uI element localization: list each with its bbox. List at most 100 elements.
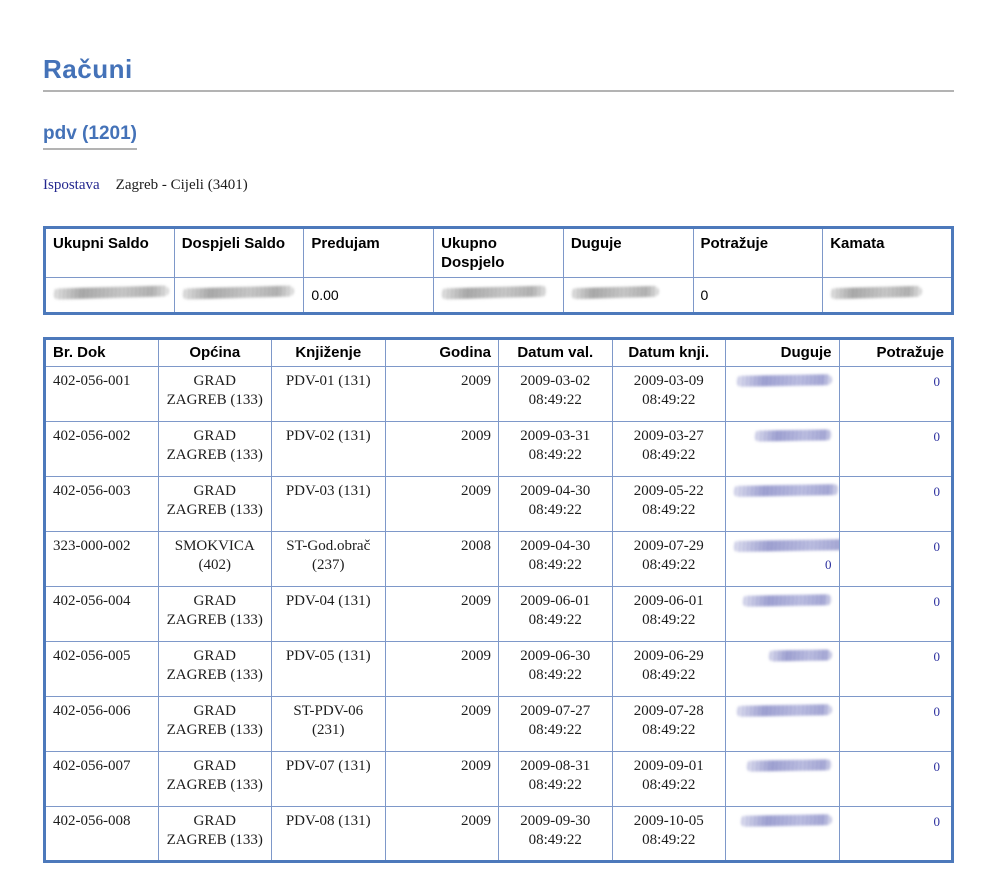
debit-cell[interactable]	[726, 422, 840, 477]
doc-number-cell: 402-056-005	[45, 642, 159, 697]
redacted-value	[753, 429, 831, 441]
year-cell: 2009	[385, 587, 499, 642]
posting-cell: PDV-03 (131)	[272, 477, 386, 532]
municipality-cell: GRAD ZAGREB (133)	[158, 422, 272, 477]
booking-date-cell: 2009-06-01 08:49:22	[612, 587, 726, 642]
booking-date-cell: 2009-06-29 08:49:22	[612, 642, 726, 697]
documents-header-row: Br. Dok Općina Knjiženje Godina Datum va…	[45, 339, 953, 367]
doc-number-cell: 402-056-004	[45, 587, 159, 642]
redacted-value	[735, 704, 831, 717]
credit-cell[interactable]: 0	[839, 752, 953, 807]
value-date-cell: 2009-04-30 08:49:22	[499, 477, 613, 532]
debit-cell[interactable]: 0	[726, 532, 840, 587]
posting-cell: PDV-05 (131)	[272, 642, 386, 697]
header-potrazuje: Potražuje	[839, 339, 953, 367]
municipality-cell: GRAD ZAGREB (133)	[158, 642, 272, 697]
credit-cell[interactable]: 0	[839, 477, 953, 532]
debit-cell[interactable]	[726, 587, 840, 642]
doc-number-cell: 402-056-002	[45, 422, 159, 477]
value-date-cell: 2009-08-31 08:49:22	[499, 752, 613, 807]
municipality-cell: SMOKVICA (402)	[158, 532, 272, 587]
doc-number-cell: 402-056-001	[45, 367, 159, 422]
table-row: 402-056-008 GRAD ZAGREB (133) PDV-08 (13…	[45, 807, 953, 862]
summary-header-ukupno-dospjelo: Ukupno Dospjelo	[434, 228, 564, 278]
redacted-value	[441, 285, 547, 299]
summary-header-potrazuje: Potražuje	[693, 228, 823, 278]
redacted-value	[735, 374, 831, 387]
table-row: 402-056-005 GRAD ZAGREB (133) PDV-05 (13…	[45, 642, 953, 697]
debit-cell[interactable]	[726, 697, 840, 752]
credit-cell[interactable]: 0	[839, 642, 953, 697]
summary-header-predujam: Predujam	[304, 228, 434, 278]
credit-cell[interactable]: 0	[839, 697, 953, 752]
header-duguje: Duguje	[726, 339, 840, 367]
municipality-cell: GRAD ZAGREB (133)	[158, 807, 272, 862]
header-knjizenje: Knjiženje	[272, 339, 386, 367]
redacted-value	[53, 285, 169, 299]
credit-cell[interactable]: 0	[839, 807, 953, 862]
summary-header-dospjeli-saldo: Dospjeli Saldo	[174, 228, 304, 278]
summary-value-potrazuje: 0	[693, 278, 823, 314]
credit-cell[interactable]: 0	[839, 587, 953, 642]
table-row: 402-056-003 GRAD ZAGREB (133) PDV-03 (13…	[45, 477, 953, 532]
summary-header-row: Ukupni Saldo Dospjeli Saldo Predujam Uku…	[45, 228, 953, 278]
debit-cell[interactable]	[726, 752, 840, 807]
table-row: 402-056-006 GRAD ZAGREB (133) ST-PDV-06 …	[45, 697, 953, 752]
year-cell: 2009	[385, 422, 499, 477]
redacted-value	[741, 594, 831, 607]
municipality-cell: GRAD ZAGREB (133)	[158, 697, 272, 752]
debit-cell[interactable]	[726, 807, 840, 862]
municipality-cell: GRAD ZAGREB (133)	[158, 367, 272, 422]
title-divider	[43, 90, 954, 92]
redacted-value	[733, 484, 839, 497]
summary-value-kamata	[823, 278, 953, 314]
year-cell: 2009	[385, 807, 499, 862]
year-cell: 2009	[385, 477, 499, 532]
debit-cell[interactable]	[726, 477, 840, 532]
redacted-value	[571, 285, 659, 298]
page-container: Računi pdv (1201) IspostavaZagreb - Cije…	[43, 54, 954, 863]
branch-line: Ispostava Zagreb - Cijeli (3401)	[43, 176, 954, 194]
debit-cell[interactable]	[726, 367, 840, 422]
branch-value: Zagreb - Cijeli (3401)	[116, 177, 248, 193]
value-date-cell: 2009-03-02 08:49:22	[499, 367, 613, 422]
doc-number-cell: 402-056-006	[45, 697, 159, 752]
summary-header-duguje: Duguje	[563, 228, 693, 278]
value-date-cell: 2009-07-27 08:49:22	[499, 697, 613, 752]
summary-header-kamata: Kamata	[823, 228, 953, 278]
debit-cell[interactable]	[726, 642, 840, 697]
redacted-value	[830, 285, 922, 299]
year-cell: 2009	[385, 697, 499, 752]
table-row: 402-056-004 GRAD ZAGREB (133) PDV-04 (13…	[45, 587, 953, 642]
summary-value-duguje	[563, 278, 693, 314]
redacted-value	[182, 285, 294, 299]
doc-number-cell: 402-056-007	[45, 752, 159, 807]
header-br-dok: Br. Dok	[45, 339, 159, 367]
year-cell: 2009	[385, 642, 499, 697]
posting-cell: PDV-01 (131)	[272, 367, 386, 422]
booking-date-cell: 2009-10-05 08:49:22	[612, 807, 726, 862]
booking-date-cell: 2009-07-29 08:49:22	[612, 532, 726, 587]
branch-label-link[interactable]: Ispostava	[43, 177, 100, 193]
summary-value-dospjeli-saldo	[174, 278, 304, 314]
posting-cell: PDV-04 (131)	[272, 587, 386, 642]
booking-date-cell: 2009-05-22 08:49:22	[612, 477, 726, 532]
debit-visible-digit: 0	[825, 557, 832, 572]
redacted-value	[733, 539, 839, 552]
table-row: 402-056-001 GRAD ZAGREB (133) PDV-01 (13…	[45, 367, 953, 422]
posting-cell: PDV-02 (131)	[272, 422, 386, 477]
credit-cell[interactable]: 0	[839, 367, 953, 422]
credit-cell[interactable]: 0	[839, 422, 953, 477]
account-link[interactable]: pdv (1201)	[43, 123, 137, 150]
municipality-cell: GRAD ZAGREB (133)	[158, 587, 272, 642]
municipality-cell: GRAD ZAGREB (133)	[158, 752, 272, 807]
doc-number-cell: 402-056-008	[45, 807, 159, 862]
doc-number-cell: 323-000-002	[45, 532, 159, 587]
summary-value-ukupno-dospjelo	[434, 278, 564, 314]
municipality-cell: GRAD ZAGREB (133)	[158, 477, 272, 532]
documents-table: Br. Dok Općina Knjiženje Godina Datum va…	[43, 337, 954, 863]
redacted-value	[767, 649, 831, 661]
redacted-value	[745, 759, 831, 771]
posting-cell: PDV-07 (131)	[272, 752, 386, 807]
credit-cell[interactable]: 0	[839, 532, 953, 587]
